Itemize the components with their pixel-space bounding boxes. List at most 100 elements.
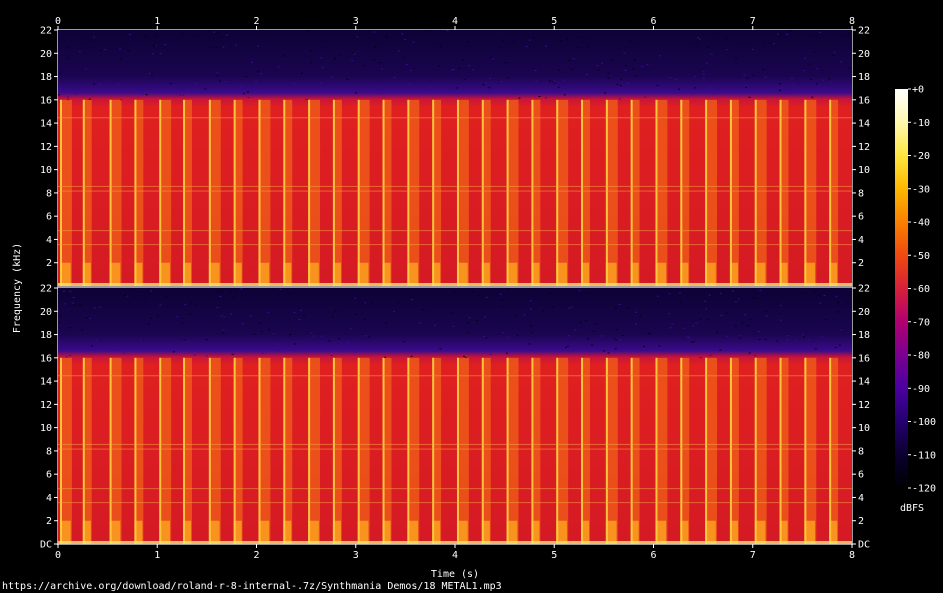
burst-onset [531, 99, 534, 287]
noise-speck [706, 319, 709, 321]
noise-speck [305, 98, 308, 100]
noise-speck [693, 341, 696, 343]
burst-onset [357, 357, 360, 544]
noise-speck [439, 297, 442, 299]
noise-speck [751, 48, 754, 50]
noise-speck [501, 299, 504, 301]
noise-speck [194, 304, 197, 306]
noise-speck [528, 39, 531, 41]
noise-speck [363, 302, 366, 304]
noise-speck [454, 291, 457, 293]
noise-speck [534, 70, 537, 72]
noise-speck [216, 307, 219, 309]
noise-speck [647, 332, 650, 334]
noise-speck [140, 93, 143, 95]
noise-speck [759, 90, 762, 92]
noise-speck [709, 354, 712, 356]
noise-speck [668, 313, 671, 315]
noise-speck [377, 93, 380, 95]
noise-speck [708, 86, 711, 88]
noise-speck [680, 301, 683, 303]
noise-speck [463, 78, 466, 80]
x-tick-label: 5 [551, 550, 557, 561]
noise-speck [85, 317, 88, 319]
harmonic-line [58, 448, 852, 450]
noise-speck [450, 312, 453, 314]
burst-onset [134, 99, 137, 287]
noise-speck [412, 41, 415, 43]
noise-speck [234, 44, 237, 46]
noise-speck [529, 288, 532, 290]
y-tick-label: 2 [46, 516, 52, 527]
noise-speck [784, 93, 787, 95]
noise-speck [193, 35, 196, 37]
noise-speck [624, 64, 627, 66]
noise-speck [147, 322, 150, 324]
burst-onset [183, 99, 186, 287]
noise-speck [558, 69, 561, 71]
x-tick-label: 7 [750, 550, 756, 561]
noise-speck [699, 38, 702, 40]
harmonic-line [58, 244, 852, 246]
burst-onset [432, 357, 435, 544]
noise-speck [320, 335, 323, 337]
noise-speck [591, 344, 594, 346]
burst-onset [59, 357, 62, 544]
noise-speck [626, 82, 629, 84]
noise-speck [69, 290, 72, 292]
noise-speck [234, 289, 237, 291]
noise-speck [354, 297, 357, 299]
noise-speck [525, 46, 528, 48]
noise-speck [551, 81, 554, 83]
noise-speck [765, 315, 768, 317]
noise-speck [762, 69, 765, 71]
burst-onset [581, 357, 584, 544]
noise-speck [74, 93, 77, 95]
noise-speck [804, 57, 807, 59]
noise-speck [468, 317, 471, 319]
noise-speck [571, 68, 574, 70]
colorbar-tick-label: -90 [912, 384, 930, 395]
y-tick-label: 14 [858, 119, 870, 130]
noise-speck [484, 316, 487, 318]
noise-speck [222, 329, 225, 331]
noise-speck [515, 315, 518, 317]
harmonic-line [58, 488, 852, 490]
noise-speck [747, 325, 750, 327]
x-tick-label: 8 [849, 16, 855, 27]
noise-speck [846, 301, 849, 303]
noise-speck [752, 74, 755, 76]
harmonic-line [58, 375, 852, 377]
noise-speck [618, 303, 621, 305]
noise-speck [279, 288, 282, 290]
noise-speck [350, 328, 353, 330]
noise-speck [205, 339, 208, 341]
y-tick-label: 20 [40, 307, 52, 318]
noise-speck [811, 96, 814, 98]
noise-speck [614, 307, 617, 309]
noise-speck [277, 343, 280, 345]
noise-speck [587, 45, 590, 47]
noise-speck [68, 355, 71, 357]
noise-speck [75, 90, 78, 92]
noise-speck [516, 335, 519, 337]
noise-speck [95, 339, 98, 341]
noise-speck [243, 93, 246, 95]
noise-speck [585, 319, 588, 321]
burst-onset [233, 99, 236, 287]
noise-speck [780, 319, 783, 321]
noise-speck [746, 77, 749, 79]
noise-speck [322, 67, 325, 69]
burst-onset [332, 357, 335, 544]
noise-speck [764, 76, 767, 78]
noise-speck [840, 329, 843, 331]
noise-speck [334, 310, 337, 312]
noise-speck [259, 322, 262, 324]
burst-onset [109, 357, 112, 544]
y-tick-label: 10 [858, 165, 870, 176]
noise-speck [472, 69, 475, 71]
noise-speck [768, 42, 771, 44]
noise-speck [582, 37, 585, 39]
colorbar-label: dBFS [900, 503, 924, 514]
y-tick-label: 16 [40, 95, 52, 106]
